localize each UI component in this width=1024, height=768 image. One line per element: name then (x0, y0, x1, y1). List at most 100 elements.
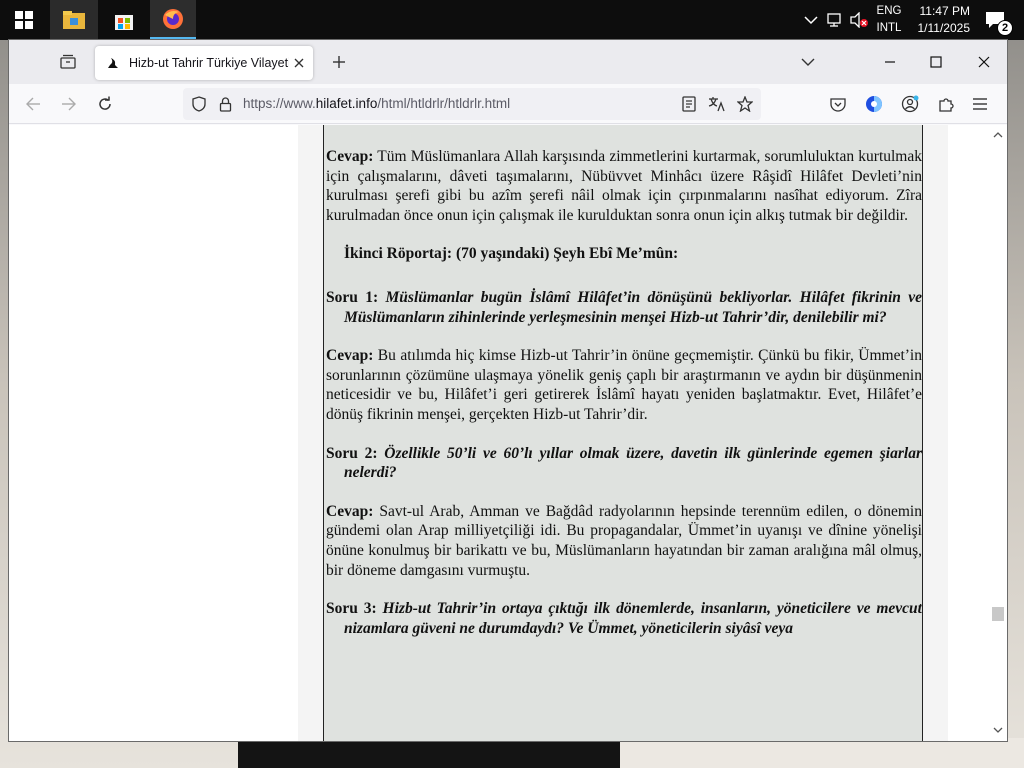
puzzle-piece-icon (939, 98, 954, 112)
url-prefix: https://www. (243, 96, 316, 111)
clock-time: 11:47 PM (919, 4, 970, 18)
chevron-down-icon (993, 727, 1003, 733)
tracking-protection-shield-icon[interactable] (189, 94, 209, 114)
windows-start-button[interactable] (0, 0, 48, 40)
answer-text: Bu atılımda hiç kimse Hizb-ut Tahrir’in … (326, 347, 922, 423)
translate-icon (708, 97, 725, 112)
window-close-button[interactable] (961, 42, 1007, 82)
firefox-vpn-button[interactable] (863, 93, 885, 115)
url-path: /html/htldrlr/htldrlr.html (377, 96, 511, 111)
star-icon (737, 96, 753, 112)
document-text: Cevap: Tüm Müslümanlara Allah karşısında… (326, 147, 922, 657)
scrollbar-thumb[interactable] (992, 607, 1004, 621)
page-right-gutter (923, 125, 948, 741)
page-left-margin (9, 125, 298, 741)
interview-heading: İkinci Röportaj: (70 yaşındaki) Şeyh Ebî… (344, 245, 679, 263)
minimize-icon (885, 61, 895, 63)
taskbar-file-explorer[interactable] (50, 0, 98, 40)
firefox-window: Hizb-ut Tahrir Türkiye Vilayeti R... (9, 40, 1007, 741)
reload-icon (99, 96, 111, 110)
firefox-logo-icon (163, 8, 183, 29)
firefox-view-button[interactable] (55, 49, 81, 75)
tab-strip: Hizb-ut Tahrir Türkiye Vilayeti R... (9, 40, 1007, 84)
list-all-tabs-button[interactable] (797, 52, 819, 72)
chevron-up-icon (993, 131, 1003, 137)
plus-icon (333, 56, 345, 68)
document-panel: Cevap: Tüm Müslümanlara Allah karşısında… (323, 125, 923, 741)
scroll-up-button[interactable] (989, 127, 1007, 141)
question-label: Soru 3: (326, 600, 377, 618)
language-code: ENG (876, 5, 902, 17)
pocket-button[interactable] (827, 93, 849, 115)
answer-paragraph: Cevap: Bu atılımda hiç kimse Hizb-ut Tah… (326, 346, 922, 424)
store-bag-icon (115, 15, 133, 30)
answer-label: Cevap: (326, 148, 374, 165)
application-menu-button[interactable] (969, 93, 991, 115)
site-security-lock-icon[interactable] (215, 94, 235, 114)
account-button[interactable] (899, 93, 921, 115)
new-tab-button[interactable] (327, 50, 351, 74)
tab-title: Hizb-ut Tahrir Türkiye Vilayeti R... (129, 56, 289, 70)
window-maximize-button[interactable] (913, 42, 959, 82)
account-avatar-icon (901, 95, 919, 113)
notification-center-button[interactable]: 2 (978, 0, 1013, 40)
firefox-view-icon (60, 54, 76, 69)
vertical-scrollbar[interactable] (989, 125, 1007, 741)
question-paragraph: Soru 1: Müslümanlar bugün İslâmî Hilâfet… (326, 288, 922, 327)
url-domain: hilafet.info (315, 96, 378, 111)
question-paragraph: Soru 2: Özellikle 50’li ve 60’lı yıllar … (326, 444, 922, 483)
question-label: Soru 1: (326, 288, 379, 306)
scroll-down-button[interactable] (989, 723, 1007, 737)
forward-button[interactable] (55, 90, 83, 118)
notification-count-badge: 2 (997, 20, 1013, 36)
close-icon (294, 58, 304, 68)
reader-view-icon (682, 96, 696, 112)
tray-clock[interactable]: 11:47 PM 1/11/2025 (908, 0, 971, 40)
hamburger-menu-icon (973, 98, 987, 110)
tab-active[interactable]: Hizb-ut Tahrir Türkiye Vilayeti R... (95, 46, 313, 80)
extensions-button[interactable] (935, 93, 957, 115)
maximize-icon (930, 56, 942, 68)
back-button[interactable] (19, 90, 47, 118)
file-explorer-icon (63, 11, 85, 29)
bookmark-star-button[interactable] (735, 94, 755, 114)
taskbar-microsoft-store[interactable] (100, 0, 148, 40)
answer-label: Cevap: (326, 347, 374, 365)
page-left-gutter (298, 125, 323, 741)
window-minimize-button[interactable] (867, 42, 913, 82)
page-content: Cevap: Tüm Müslümanlara Allah karşısında… (9, 125, 1007, 741)
question-label: Soru 2: (326, 444, 378, 462)
volume-muted-icon (850, 12, 868, 28)
url-text[interactable]: https://www.hilafet.info/html/htldrlr/ht… (243, 96, 510, 111)
question-text: Özellikle 50’li ve 60’lı yıllar olmak üz… (344, 444, 922, 482)
chevron-up-icon (804, 16, 818, 25)
desktop-wallpaper-light (620, 738, 1024, 768)
vpn-globe-icon (866, 96, 882, 112)
reload-button[interactable] (91, 90, 119, 118)
answer-paragraph: Cevap: Savt-ul Arab, Amman ve Bağdâd rad… (326, 502, 922, 580)
reader-view-button[interactable] (679, 94, 699, 114)
pocket-icon (830, 97, 846, 112)
tray-volume[interactable] (848, 0, 870, 40)
navigation-toolbar: https://www.hilafet.info/html/htldrlr/ht… (9, 84, 1007, 124)
question-text: Müslümanlar bugün İslâmî Hilâfet’in dönü… (344, 288, 922, 326)
answer-text: Savt-ul Arab, Amman ve Bağdâd radyoların… (326, 502, 922, 579)
taskbar: ENG INTL 11:47 PM 1/11/2025 2 (0, 0, 1024, 40)
answer-label: Cevap: (326, 502, 374, 520)
windows-logo-icon (15, 11, 33, 29)
arrow-left-icon (26, 97, 40, 111)
tray-network[interactable] (824, 0, 846, 40)
tray-input-language[interactable]: ENG INTL (872, 0, 906, 40)
network-icon (827, 13, 841, 27)
tab-close-button[interactable] (291, 55, 307, 71)
close-icon (978, 56, 990, 68)
url-bar[interactable]: https://www.hilafet.info/html/htldrlr/ht… (183, 88, 761, 120)
translate-button[interactable] (707, 94, 727, 114)
clock-date: 1/11/2025 (917, 21, 971, 35)
tray-overflow-chevron[interactable] (802, 0, 820, 40)
site-favicon-icon (105, 55, 121, 71)
taskbar-firefox[interactable] (150, 0, 196, 40)
question-text: Hizb-ut Tahrir’in ortaya çıktığı ilk dön… (344, 600, 922, 637)
keyboard-layout: INTL (876, 22, 902, 34)
answer-text: Tüm Müslümanlara Allah karşısında zimmet… (326, 148, 922, 224)
